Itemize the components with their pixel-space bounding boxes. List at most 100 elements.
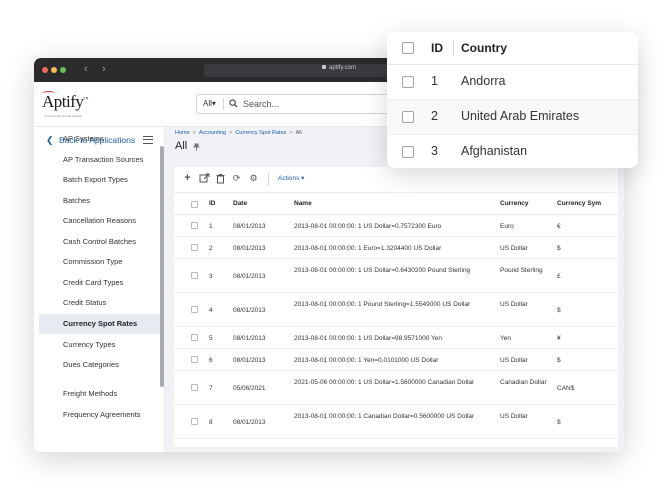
add-icon[interactable]: +: [182, 173, 193, 184]
sidebar-item[interactable]: Cancellation Reasons: [39, 211, 160, 231]
row-currency: US Dollar: [500, 413, 528, 420]
row-id: 1: [209, 223, 213, 230]
row-date: 08/01/2013: [233, 223, 266, 230]
pin-icon[interactable]: [193, 143, 200, 151]
row-currency-symbol: CAN$: [557, 385, 575, 392]
delete-icon[interactable]: [215, 173, 226, 184]
row-name: 2013-08-01 00:00:00: 1 Canadian Dollar=0…: [294, 413, 475, 420]
row-checkbox[interactable]: [191, 334, 198, 341]
row-checkbox[interactable]: [191, 222, 198, 229]
row-date: 08/01/2013: [233, 357, 266, 364]
row-id: 2: [209, 245, 213, 252]
breadcrumb-accounting[interactable]: Accounting: [199, 130, 226, 136]
sidebar-item[interactable]: Currency Spot Rates: [39, 314, 160, 334]
page-title: All: [175, 140, 188, 152]
popup-row[interactable]: 2 United Arab Emirates: [387, 100, 638, 135]
maximize-window-icon[interactable]: [60, 67, 66, 73]
sidebar-item[interactable]: Credit Card Types: [39, 273, 160, 293]
breadcrumb-currency-spot-rates[interactable]: Currency Spot Rates: [235, 130, 286, 136]
table-row[interactable]: 3 08/01/2013 2013-08-01 00:00:00: 1 US Dol…: [174, 259, 618, 293]
table-row[interactable]: 4 08/01/2013 2013-08-01 00:00:00: 1 Pound …: [174, 293, 618, 327]
row-currency-symbol: $: [557, 419, 561, 426]
row-name: 2013-08-01 00:00:00: 1 US Dollar=0.75723…: [294, 223, 442, 230]
popup-row[interactable]: 1 Andorra: [387, 65, 638, 100]
row-currency-symbol: £: [557, 273, 561, 280]
column-header-currency[interactable]: Currency: [500, 200, 529, 207]
back-arrow-icon[interactable]: ‹: [84, 63, 88, 75]
main-content: Home > Accounting > Currency Spot Rates > All …: [165, 127, 624, 452]
sidebar-item[interactable]: Freight Methods: [39, 384, 160, 404]
table-row[interactable]: 6 08/01/2013 2013-08-01 00:00:00: 1 Yen=0.…: [174, 349, 618, 371]
search-input[interactable]: [243, 98, 383, 110]
country-list-popup: ID Country 1 Andorra 2 United Arab Emirates…: [387, 32, 638, 168]
refresh-icon[interactable]: ⟳: [231, 173, 242, 184]
row-checkbox[interactable]: [191, 384, 198, 391]
row-checkbox[interactable]: [191, 418, 198, 425]
row-date: 08/01/2013: [233, 273, 266, 280]
row-currency-symbol: $: [557, 245, 561, 252]
popup-column-header-id[interactable]: ID: [431, 41, 443, 55]
actions-dropdown-button[interactable]: Actions ▾: [278, 174, 304, 182]
sidebar-item[interactable]: Commission Type: [39, 252, 160, 272]
row-currency: Canadian Dollar: [500, 379, 547, 386]
popup-row-id: 2: [431, 109, 438, 123]
popup-row-checkbox[interactable]: [402, 76, 414, 88]
popup-select-all-checkbox[interactable]: [402, 42, 414, 54]
row-checkbox[interactable]: [191, 272, 198, 279]
row-currency-symbol: ¥: [557, 335, 561, 342]
breadcrumb-home[interactable]: Home: [175, 130, 190, 136]
breadcrumb-current: All: [295, 130, 302, 136]
sidebar-item[interactable]: AP Transaction Sources: [39, 150, 160, 170]
row-currency: US Dollar: [500, 245, 528, 252]
minimize-window-icon[interactable]: [51, 67, 57, 73]
popup-row-checkbox[interactable]: [402, 146, 414, 158]
popup-row-checkbox[interactable]: [402, 111, 414, 123]
table-row[interactable]: 5 08/01/2013 2013-08-01 00:00:00: 1 US Dol…: [174, 327, 618, 349]
sidebar-item[interactable]: Batch Export Types: [39, 170, 160, 190]
column-header-id[interactable]: ID: [209, 200, 216, 207]
grid-header-row: ID Date Name Currency Currency Sym: [174, 193, 618, 215]
sidebar-item[interactable]: AP Systems: [39, 129, 160, 149]
row-currency: Yen: [500, 335, 511, 342]
popup-row-country: Andorra: [461, 74, 506, 88]
row-id: 8: [209, 419, 213, 426]
sidebar-item[interactable]: Batches: [39, 191, 160, 211]
column-header-name[interactable]: Name: [294, 200, 312, 207]
close-window-icon[interactable]: [42, 67, 48, 73]
row-name: 2013-08-01 00:00:00: 1 US Dollar=0.64302…: [294, 267, 471, 274]
forward-arrow-icon[interactable]: ›: [102, 63, 106, 75]
sidebar-item[interactable]: Credit Status: [39, 293, 160, 313]
select-all-checkbox[interactable]: [191, 201, 198, 208]
row-id: 7: [209, 385, 213, 392]
popup-column-header-country[interactable]: Country: [461, 41, 507, 55]
row-currency: US Dollar: [500, 357, 528, 364]
sidebar-item[interactable]: Dues Categories: [39, 355, 160, 375]
open-record-icon[interactable]: [199, 173, 210, 184]
global-search: All▾: [196, 94, 396, 114]
row-checkbox[interactable]: [191, 244, 198, 251]
row-currency-symbol: $: [557, 357, 561, 364]
search-scope-select[interactable]: All▾: [203, 99, 216, 108]
sidebar-item[interactable]: Currency Types: [39, 335, 160, 355]
table-row[interactable]: 7 05/06/2021 2021-05-06 00:00:00: 1 US Dol…: [174, 371, 618, 405]
popup-row-id: 1: [431, 74, 438, 88]
row-name: 2013-08-01 00:00:00: 1 US Dollar=98.9571…: [294, 335, 442, 342]
table-row[interactable]: 2 08/01/2013 2013-08-01 00:00:00: 1 Euro=1…: [174, 237, 618, 259]
popup-row-country: Afghanistan: [461, 144, 528, 158]
table-row[interactable]: 8 08/01/2013 2013-08-01 00:00:00: 1 Canadi…: [174, 405, 618, 439]
logo-tagline: a community brands solution: [44, 114, 83, 118]
row-checkbox[interactable]: [191, 356, 198, 363]
table-row[interactable]: 1 08/01/2013 2013-08-01 00:00:00: 1 US Dol…: [174, 215, 618, 237]
column-header-date[interactable]: Date: [233, 200, 247, 207]
gear-icon[interactable]: ⚙: [248, 173, 259, 184]
sidebar-scrollbar[interactable]: [160, 146, 164, 387]
column-header-currency-symbol[interactable]: Currency Sym: [557, 200, 601, 207]
search-icon: [229, 99, 238, 108]
aptify-logo[interactable]: Aptify™: [42, 92, 88, 112]
row-name: 2013-08-01 00:00:00: 1 Pound Sterling=1.…: [294, 301, 471, 308]
popup-row[interactable]: 3 Afghanistan: [387, 135, 638, 168]
sidebar-item[interactable]: Frequency Agreements: [39, 405, 160, 425]
row-name: 2021-05-06 00:00:00: 1 US Dollar=1.56000…: [294, 379, 475, 386]
sidebar-item[interactable]: Cash Control Batches: [39, 232, 160, 252]
row-checkbox[interactable]: [191, 306, 198, 313]
